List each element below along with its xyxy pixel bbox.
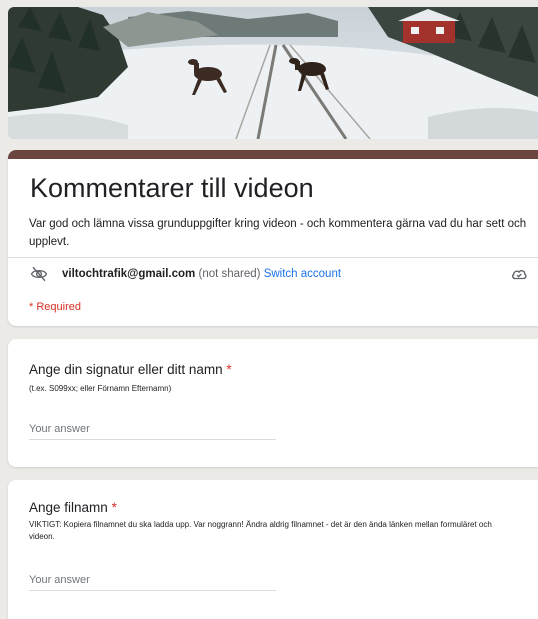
form-header-card: Kommentarer till videon Var god och lämn… (8, 150, 538, 326)
filename-answer-input[interactable] (29, 570, 276, 591)
form-title: Kommentarer till videon (30, 173, 314, 203)
required-asterisk: * (111, 500, 117, 515)
question-title-text: Ange din signatur eller ditt namn (29, 362, 223, 377)
account-line: viltochtrafik@gmail.com (not shared) Swi… (62, 268, 341, 280)
question-title: Ange din signatur eller ditt namn * (29, 362, 232, 377)
question-title-text: Ange filnamn (29, 500, 108, 515)
question-help-text: VIKTIGT: Kopiera filnamnet du ska ladda … (29, 520, 492, 541)
form-description: Var god och lämna vissa grunduppgifter k… (29, 218, 527, 248)
not-shared-label: (not shared) (198, 268, 261, 280)
account-email: viltochtrafik@gmail.com (62, 268, 196, 280)
question-help-text: (t.ex. S099xx; eller Förnamn Efternamn) (29, 384, 172, 393)
eye-slash-icon (29, 265, 49, 286)
question-card-signature: Ange din signatur eller ditt namn * (t.e… (8, 339, 538, 467)
accent-bar (8, 150, 538, 159)
question-title: Ange filnamn * (29, 500, 117, 515)
account-row: viltochtrafik@gmail.com (not shared) Swi… (29, 265, 529, 285)
required-asterisk: * (226, 362, 232, 377)
required-note: * Required (29, 301, 81, 313)
signature-answer-input[interactable] (29, 419, 276, 440)
question-card-filename: Ange filnamn * VIKTIGT: Kopiera filnamne… (8, 480, 538, 619)
divider (8, 257, 538, 258)
switch-account-link[interactable]: Switch account (264, 268, 341, 280)
header-banner-image (8, 7, 538, 139)
cloud-status-icon[interactable] (509, 265, 529, 286)
